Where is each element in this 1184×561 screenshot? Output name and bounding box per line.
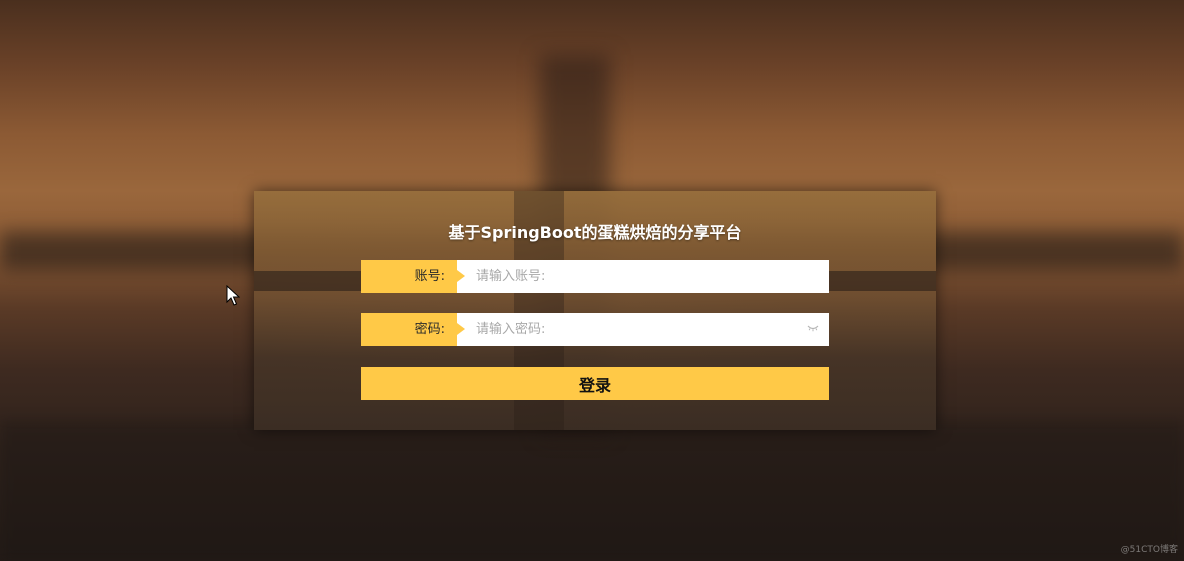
- watermark: @51CTO博客: [1120, 545, 1178, 555]
- login-panel: 基于SpringBoot的蛋糕烘焙的分享平台 账号: 密码: 登录: [254, 191, 936, 430]
- username-field: 账号:: [361, 260, 829, 293]
- password-label-arrow: [457, 323, 465, 335]
- eye-closed-icon[interactable]: [807, 324, 819, 332]
- page-title: 基于SpringBoot的蛋糕烘焙的分享平台: [448, 223, 742, 242]
- password-label: 密码:: [361, 313, 457, 346]
- login-button[interactable]: 登录: [361, 367, 829, 400]
- password-field: 密码:: [361, 313, 829, 346]
- background-water: [0, 420, 1184, 561]
- username-input[interactable]: [457, 260, 829, 293]
- mouse-cursor-icon: [226, 285, 240, 306]
- username-label-arrow: [457, 270, 465, 282]
- username-label: 账号:: [361, 260, 457, 293]
- password-input[interactable]: [457, 313, 829, 346]
